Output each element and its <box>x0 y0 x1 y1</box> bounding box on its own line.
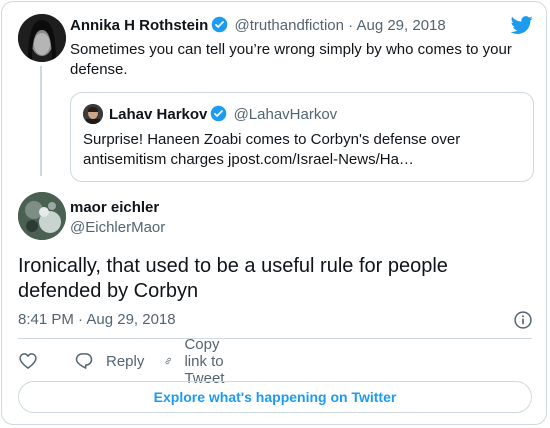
author-name[interactable]: Annika H Rothstein <box>70 17 208 34</box>
quoted-author-name: Lahav Harkov <box>109 106 208 123</box>
quoted-author-handle: @LahavHarkov <box>233 106 338 123</box>
twitter-bird-icon[interactable] <box>510 14 534 36</box>
quoted-tweet[interactable]: Lahav Harkov @LahavHarkov Surprise! Hane… <box>70 92 534 182</box>
copy-link-button[interactable]: Copy link to Tweet <box>164 336 236 387</box>
author-handle[interactable]: @truthandfiction <box>235 17 344 34</box>
quoted-tweet-header: Lahav Harkov @LahavHarkov <box>109 105 337 125</box>
copy-link-label: Copy link to Tweet <box>184 335 225 387</box>
quoted-tweet-text: Surprise! Haneen Zoabi comes to Corbyn's… <box>83 131 461 168</box>
info-icon[interactable] <box>513 310 533 330</box>
tweet-timestamp[interactable]: 8:41 PM · Aug 29, 2018 <box>18 310 176 330</box>
tweet-text: Ironically, that used to be a useful rul… <box>18 255 448 302</box>
thread-line <box>40 66 42 176</box>
reply-button[interactable]: Reply <box>74 349 144 373</box>
verified-badge-icon <box>211 105 227 122</box>
quoted-avatar <box>83 104 103 124</box>
author-handle[interactable]: @EichlerMaor <box>70 218 165 238</box>
parent-tweet-header: Annika H Rothstein @truthandfiction · Au… <box>70 16 446 36</box>
avatar[interactable] <box>18 192 66 240</box>
divider <box>18 338 532 339</box>
heart-icon <box>19 353 37 369</box>
parent-tweet-text: Sometimes you can tell you’re wrong simp… <box>70 41 512 78</box>
avatar[interactable] <box>18 14 66 62</box>
reply-icon <box>75 353 93 369</box>
reply-label: Reply <box>106 352 145 370</box>
tweet-embed-card: Annika H Rothstein @truthandfiction · Au… <box>1 1 547 425</box>
tweet-date[interactable]: Aug 29, 2018 <box>356 17 445 34</box>
author-name[interactable]: maor eichler <box>70 198 159 218</box>
like-button[interactable] <box>18 349 38 373</box>
separator-dot: · <box>348 17 354 34</box>
verified-badge-icon <box>212 16 228 33</box>
explore-twitter-button[interactable]: Explore what's happening on Twitter <box>18 381 532 413</box>
link-icon <box>165 357 171 365</box>
